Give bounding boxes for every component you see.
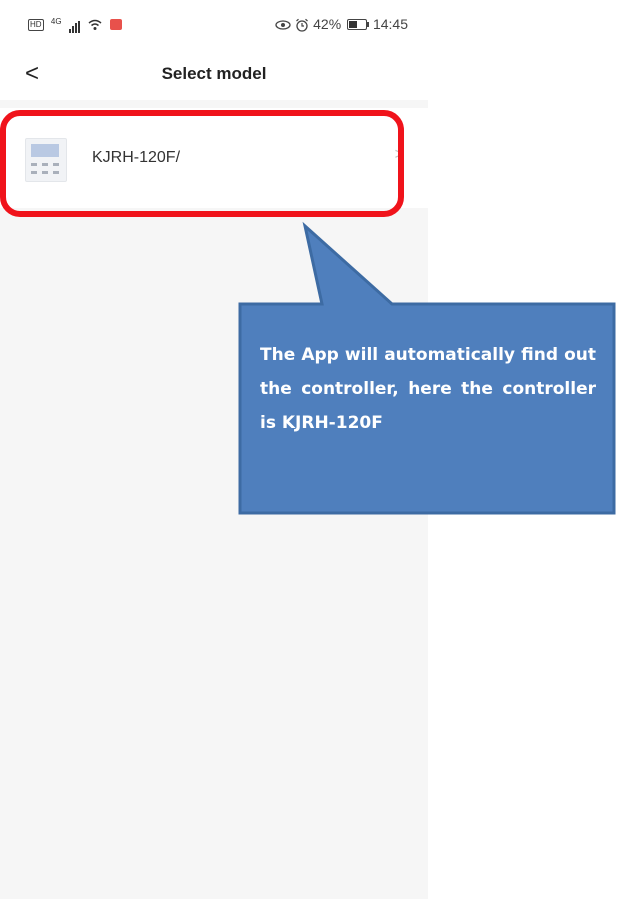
callout-shape <box>238 221 616 515</box>
callout-text: The App will automatically find out the … <box>260 345 596 433</box>
